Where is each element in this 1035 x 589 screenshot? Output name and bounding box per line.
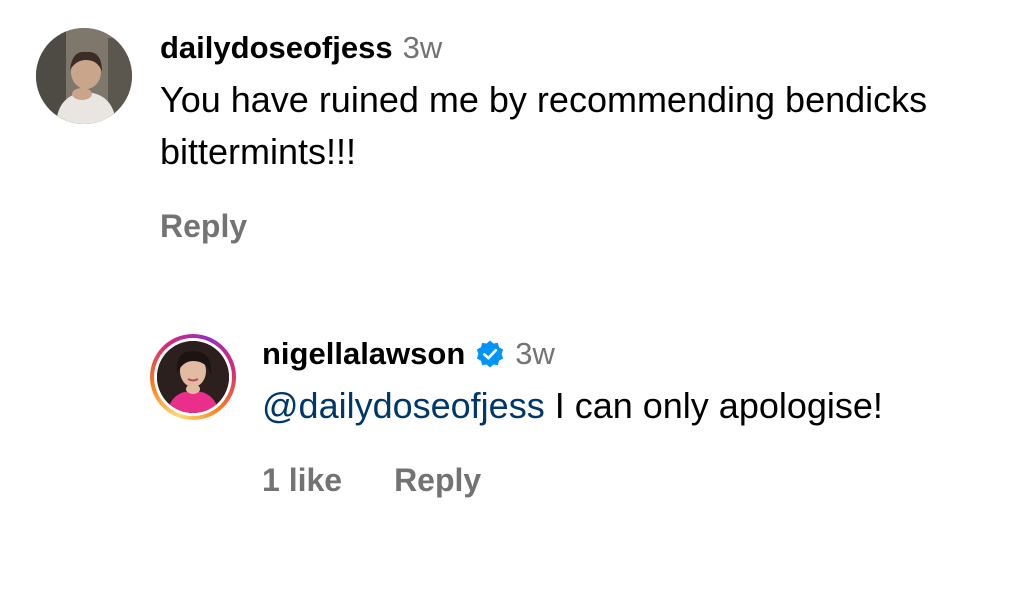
comment-text: You have ruined me by recommending bendi… xyxy=(160,79,928,172)
avatar[interactable] xyxy=(36,28,132,124)
profile-photo-icon xyxy=(36,28,132,124)
mention-link[interactable]: @dailydoseofjess xyxy=(262,385,545,426)
comment-header: nigellalawson 3w xyxy=(262,334,1002,374)
story-ring[interactable] xyxy=(150,334,236,420)
reply-button[interactable]: Reply xyxy=(160,208,247,245)
reply-text: I can only apologise! xyxy=(554,385,883,426)
comment-body: nigellalawson 3w @dailydoseofjess I can … xyxy=(262,334,1002,499)
reply-button[interactable]: Reply xyxy=(394,462,481,499)
comment-header: dailydoseofjess 3w xyxy=(160,28,1010,68)
verified-badge-icon xyxy=(477,340,504,368)
comment-body: dailydoseofjess 3w You have ruined me by… xyxy=(160,28,1010,245)
comment-actions: 1 like Reply xyxy=(262,462,1002,499)
comment-text: @dailydoseofjess I can only apologise! xyxy=(262,380,1002,432)
username[interactable]: nigellalawson xyxy=(262,336,465,372)
likes-count[interactable]: 1 like xyxy=(262,462,342,499)
username[interactable]: dailydoseofjess xyxy=(160,30,393,66)
comment-actions: Reply xyxy=(160,208,1010,245)
timestamp: 3w xyxy=(515,336,555,371)
timestamp: 3w xyxy=(402,30,443,65)
profile-photo-icon xyxy=(157,341,229,413)
avatar[interactable] xyxy=(157,341,229,413)
